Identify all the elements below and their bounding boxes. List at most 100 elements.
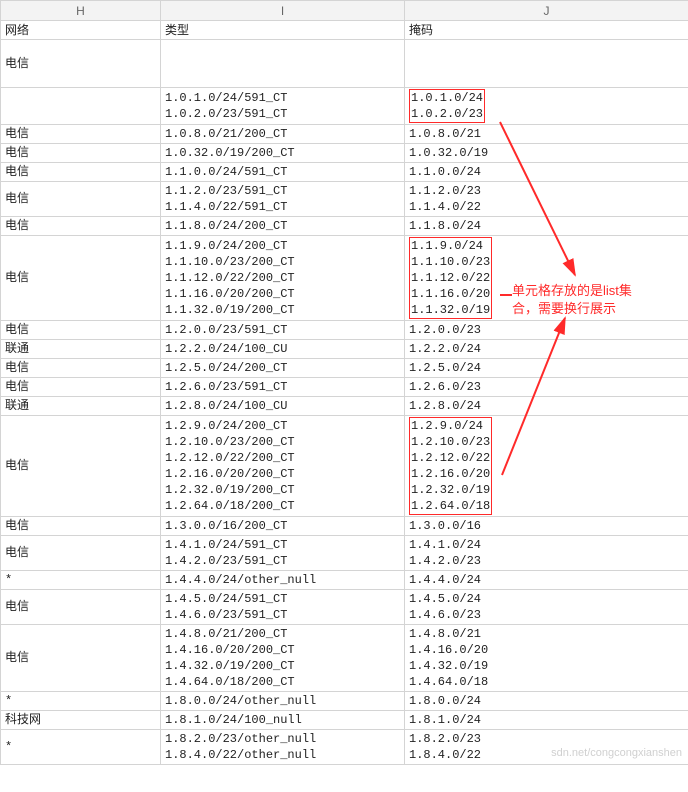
cell-mask[interactable]: 1.2.8.0/24 xyxy=(405,397,688,416)
cell-network[interactable]: 联通 xyxy=(1,340,161,359)
cell-type[interactable]: 1.2.8.0/24/100_CU xyxy=(161,397,405,416)
cell-type[interactable]: 1.4.8.0/21/200_CT 1.4.16.0/20/200_CT 1.4… xyxy=(161,625,405,692)
cell-network[interactable]: 电信 xyxy=(1,163,161,182)
cell-type[interactable]: 1.8.0.0/24/other_null xyxy=(161,692,405,711)
table-row: 电信1.2.6.0/23/591_CT1.2.6.0/23 xyxy=(1,378,688,397)
header-type[interactable]: 类型 xyxy=(161,21,405,40)
cell-mask[interactable]: 1.4.8.0/21 1.4.16.0/20 1.4.32.0/19 1.4.6… xyxy=(405,625,688,692)
table-row: 电信1.0.32.0/19/200_CT1.0.32.0/19 xyxy=(1,144,688,163)
table-row: 1.0.1.0/24/591_CT 1.0.2.0/23/591_CT1.0.1… xyxy=(1,88,688,125)
cell-type[interactable] xyxy=(161,40,405,88)
cell-network[interactable]: 电信 xyxy=(1,359,161,378)
table-row: *1.8.0.0/24/other_null1.8.0.0/24 xyxy=(1,692,688,711)
cell-type[interactable]: 1.2.5.0/24/200_CT xyxy=(161,359,405,378)
cell-mask[interactable]: 1.3.0.0/16 xyxy=(405,517,688,536)
table-row: 电信1.4.1.0/24/591_CT 1.4.2.0/23/591_CT1.4… xyxy=(1,536,688,571)
cell-network[interactable]: 电信 xyxy=(1,536,161,571)
table-row: 电信1.4.5.0/24/591_CT 1.4.6.0/23/591_CT1.4… xyxy=(1,590,688,625)
cell-type[interactable]: 1.2.2.0/24/100_CU xyxy=(161,340,405,359)
cell-network[interactable]: 电信 xyxy=(1,144,161,163)
table-row: *1.4.4.0/24/other_null1.4.4.0/24 xyxy=(1,571,688,590)
cell-mask[interactable]: 1.2.9.0/24 1.2.10.0/23 1.2.12.0/22 1.2.1… xyxy=(405,416,688,517)
cell-mask[interactable]: 1.8.1.0/24 xyxy=(405,711,688,730)
cell-type[interactable]: 1.2.0.0/23/591_CT xyxy=(161,321,405,340)
cell-network[interactable]: * xyxy=(1,730,161,765)
cell-type[interactable]: 1.0.1.0/24/591_CT 1.0.2.0/23/591_CT xyxy=(161,88,405,125)
cell-mask[interactable]: 1.2.0.0/23 xyxy=(405,321,688,340)
cell-type[interactable]: 1.2.6.0/23/591_CT xyxy=(161,378,405,397)
cell-mask[interactable]: 1.2.2.0/24 xyxy=(405,340,688,359)
table-row: 电信1.2.0.0/23/591_CT1.2.0.0/23 xyxy=(1,321,688,340)
table-row: 电信1.1.8.0/24/200_CT1.1.8.0/24 xyxy=(1,217,688,236)
table-row: 电信1.4.8.0/21/200_CT 1.4.16.0/20/200_CT 1… xyxy=(1,625,688,692)
cell-network[interactable]: 电信 xyxy=(1,517,161,536)
table-row: 电信1.1.2.0/23/591_CT 1.1.4.0/22/591_CT1.1… xyxy=(1,182,688,217)
cell-mask[interactable]: 1.4.1.0/24 1.4.2.0/23 xyxy=(405,536,688,571)
cell-network[interactable]: 电信 xyxy=(1,378,161,397)
cell-type[interactable]: 1.0.8.0/21/200_CT xyxy=(161,125,405,144)
table-row: 电信1.0.8.0/21/200_CT1.0.8.0/21 xyxy=(1,125,688,144)
column-header-row: H I J xyxy=(1,1,688,21)
col-header-H[interactable]: H xyxy=(1,1,161,21)
table-row: 电信1.2.5.0/24/200_CT1.2.5.0/24 xyxy=(1,359,688,378)
cell-type[interactable]: 1.1.0.0/24/591_CT xyxy=(161,163,405,182)
cell-type[interactable]: 1.0.32.0/19/200_CT xyxy=(161,144,405,163)
cell-mask[interactable]: 1.8.0.0/24 xyxy=(405,692,688,711)
cell-mask[interactable]: 1.0.32.0/19 xyxy=(405,144,688,163)
header-mask[interactable]: 掩码 xyxy=(405,21,688,40)
cell-mask[interactable]: 1.2.6.0/23 xyxy=(405,378,688,397)
col-header-J[interactable]: J xyxy=(405,1,688,21)
table-row: 联通1.2.2.0/24/100_CU1.2.2.0/24 xyxy=(1,340,688,359)
spreadsheet-table: H I J 网络 类型 掩码 电信1.0.1.0/24/591_CT 1.0.2… xyxy=(0,0,688,765)
cell-mask[interactable]: 1.2.5.0/24 xyxy=(405,359,688,378)
cell-network[interactable]: 电信 xyxy=(1,182,161,217)
cell-mask[interactable]: 1.4.4.0/24 xyxy=(405,571,688,590)
cell-mask[interactable]: 1.0.8.0/21 xyxy=(405,125,688,144)
cell-network[interactable]: 联通 xyxy=(1,397,161,416)
cell-network[interactable]: 电信 xyxy=(1,625,161,692)
cell-type[interactable]: 1.2.9.0/24/200_CT 1.2.10.0/23/200_CT 1.2… xyxy=(161,416,405,517)
cell-network[interactable]: 电信 xyxy=(1,416,161,517)
cell-type[interactable]: 1.4.4.0/24/other_null xyxy=(161,571,405,590)
cell-network[interactable]: 电信 xyxy=(1,217,161,236)
cell-type[interactable]: 1.1.8.0/24/200_CT xyxy=(161,217,405,236)
annotation-line-2: 合，需要换行展示 xyxy=(512,301,616,316)
cell-network[interactable]: 电信 xyxy=(1,590,161,625)
cell-type[interactable]: 1.8.1.0/24/100_null xyxy=(161,711,405,730)
cell-network[interactable] xyxy=(1,88,161,125)
cell-mask[interactable]: 1.0.1.0/24 1.0.2.0/23 xyxy=(405,88,688,125)
table-row: 电信1.3.0.0/16/200_CT1.3.0.0/16 xyxy=(1,517,688,536)
cell-network[interactable]: * xyxy=(1,692,161,711)
cell-network[interactable]: 电信 xyxy=(1,236,161,321)
annotation-callout: 单元格存放的是list集 合，需要换行展示 xyxy=(512,282,632,318)
cell-network[interactable]: 电信 xyxy=(1,321,161,340)
col-header-I[interactable]: I xyxy=(161,1,405,21)
cell-type[interactable]: 1.4.5.0/24/591_CT 1.4.6.0/23/591_CT xyxy=(161,590,405,625)
table-row: 联通1.2.8.0/24/100_CU1.2.8.0/24 xyxy=(1,397,688,416)
table-row: 电信 xyxy=(1,40,688,88)
cell-network[interactable]: 科技网 xyxy=(1,711,161,730)
cell-type[interactable]: 1.3.0.0/16/200_CT xyxy=(161,517,405,536)
highlight-box: 1.2.9.0/24 1.2.10.0/23 1.2.12.0/22 1.2.1… xyxy=(409,417,492,515)
cell-mask[interactable] xyxy=(405,40,688,88)
table-row: 科技网1.8.1.0/24/100_null1.8.1.0/24 xyxy=(1,711,688,730)
cell-type[interactable]: 1.8.2.0/23/other_null 1.8.4.0/22/other_n… xyxy=(161,730,405,765)
cell-mask[interactable]: 1.1.8.0/24 xyxy=(405,217,688,236)
cell-type[interactable]: 1.1.2.0/23/591_CT 1.1.4.0/22/591_CT xyxy=(161,182,405,217)
table-row: 电信1.1.0.0/24/591_CT1.1.0.0/24 xyxy=(1,163,688,182)
cell-mask[interactable]: 1.4.5.0/24 1.4.6.0/23 xyxy=(405,590,688,625)
cell-network[interactable]: 电信 xyxy=(1,125,161,144)
highlight-box: 1.0.1.0/24 1.0.2.0/23 xyxy=(409,89,485,123)
cell-type[interactable]: 1.1.9.0/24/200_CT 1.1.10.0/23/200_CT 1.1… xyxy=(161,236,405,321)
cell-mask[interactable]: 1.1.0.0/24 xyxy=(405,163,688,182)
cell-mask[interactable]: 1.1.2.0/23 1.1.4.0/22 xyxy=(405,182,688,217)
highlight-box: 1.1.9.0/24 1.1.10.0/23 1.1.12.0/22 1.1.1… xyxy=(409,237,492,319)
header-network[interactable]: 网络 xyxy=(1,21,161,40)
annotation-line-1: 单元格存放的是list集 xyxy=(512,283,632,298)
table-row: 电信1.2.9.0/24/200_CT 1.2.10.0/23/200_CT 1… xyxy=(1,416,688,517)
cell-type[interactable]: 1.4.1.0/24/591_CT 1.4.2.0/23/591_CT xyxy=(161,536,405,571)
cell-network[interactable]: * xyxy=(1,571,161,590)
watermark: sdn.net/congcongxianshen xyxy=(551,747,682,759)
field-header-row: 网络 类型 掩码 xyxy=(1,21,688,40)
cell-network[interactable]: 电信 xyxy=(1,40,161,88)
